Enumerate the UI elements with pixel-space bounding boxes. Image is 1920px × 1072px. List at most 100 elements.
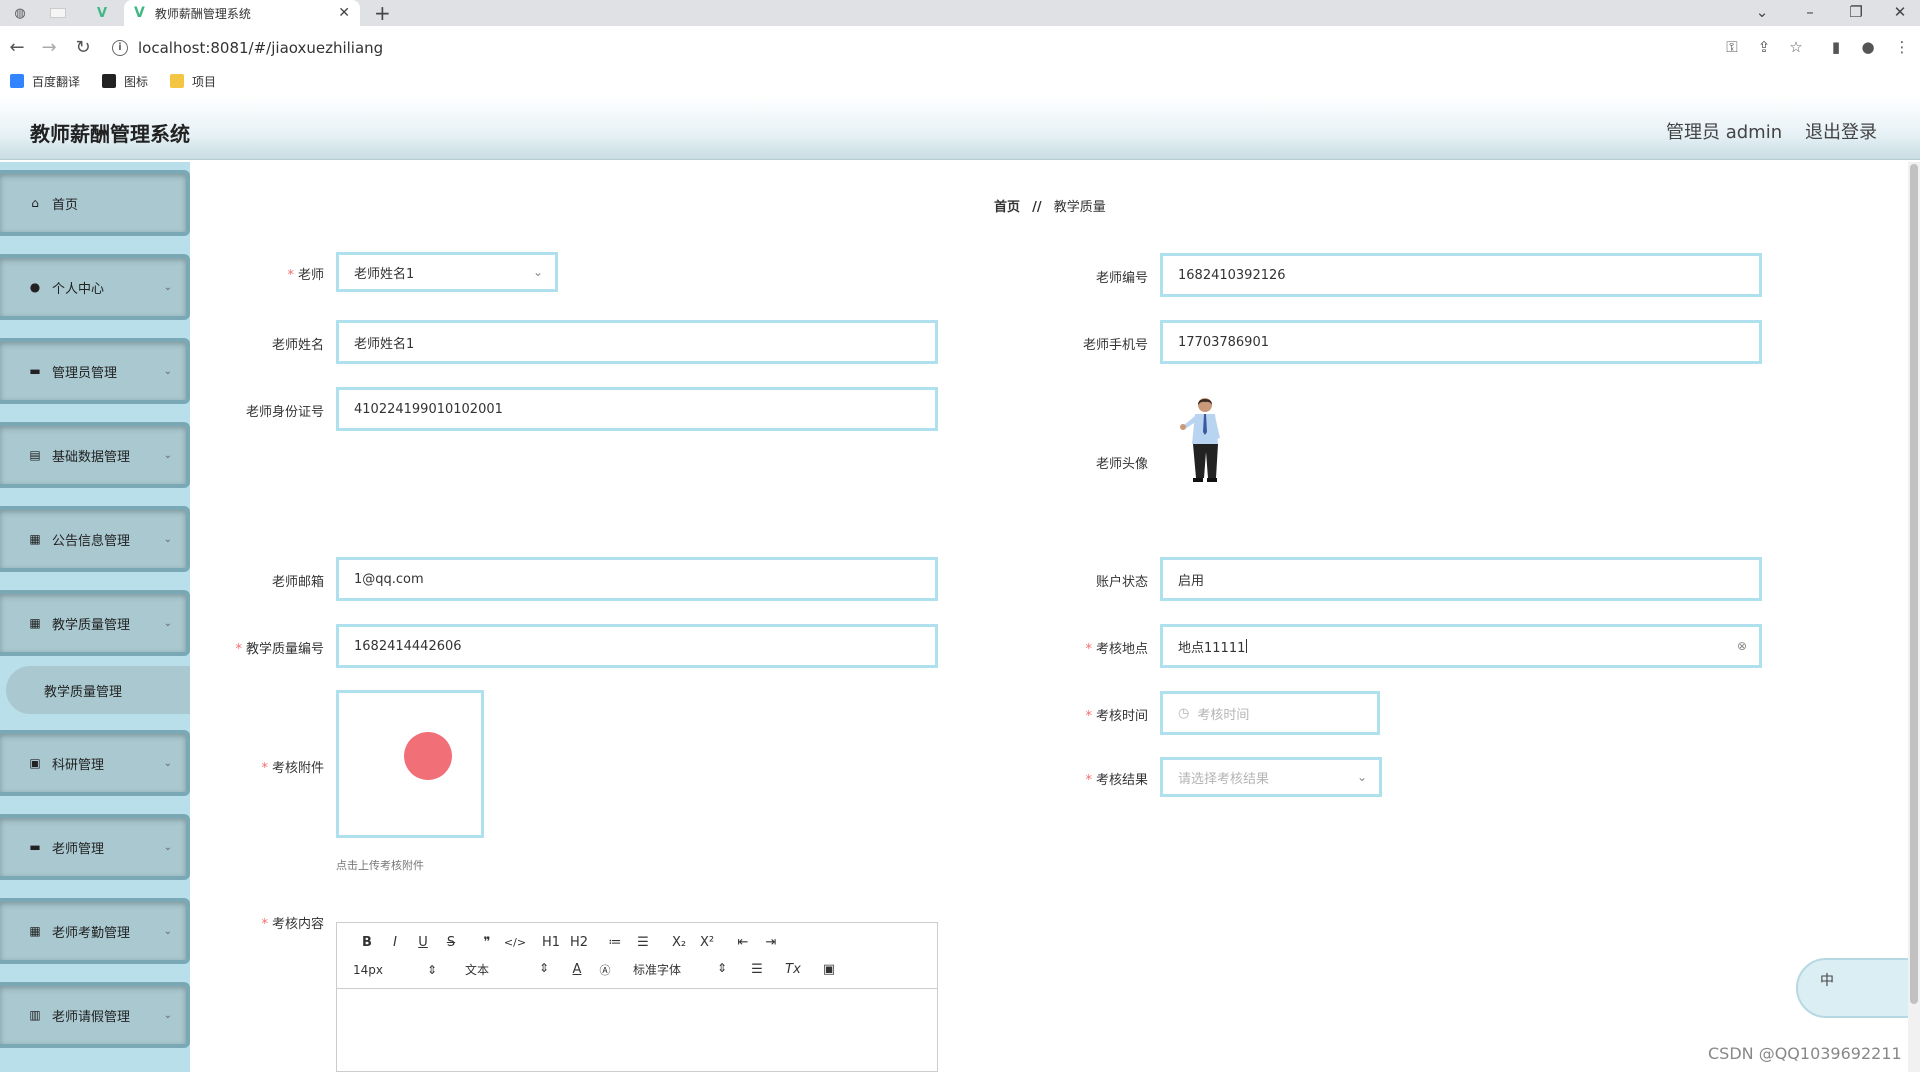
bookmark-icons[interactable]: 图标 xyxy=(102,73,148,90)
quality-no-field[interactable]: 1682414442606 xyxy=(336,624,938,668)
sidebar-item-label: 老师管理 xyxy=(52,841,105,857)
background-color-icon[interactable]: Ⓐ xyxy=(591,962,619,978)
restore-button[interactable]: ❐ xyxy=(1836,0,1876,26)
align-icon[interactable]: ☰ xyxy=(743,962,771,977)
sidebar-item-attendance[interactable]: ▦ 老师考勤管理 ⌄ xyxy=(0,898,190,964)
quality-no-label: * 教学质量编号 xyxy=(235,642,324,657)
sidebar-item-admin-management[interactable]: ▬ 管理员管理 ⌄ xyxy=(0,338,190,404)
ordered-list-button[interactable]: ≔ xyxy=(601,935,629,950)
sidebar-item-basic-data[interactable]: ▤ 基础数据管理 ⌄ xyxy=(0,422,190,488)
font-size-select[interactable]: 14px ⇕ xyxy=(353,963,437,977)
strike-button[interactable]: S xyxy=(437,935,465,950)
teacher-name-field[interactable]: 老师姓名1 xyxy=(336,320,938,364)
sidebar-item-leave[interactable]: ▥ 老师请假管理 ⌄ xyxy=(0,982,190,1048)
sidebar-item-home[interactable]: ⌂ 首页 xyxy=(0,170,190,236)
editor-toolbar-row: B I U S ❞ </> H1 H2 ≔ ☰ X₂ X² ⇤ ⇥ xyxy=(353,935,785,950)
exam-place-field[interactable]: 地点11111 ⊗ xyxy=(1160,624,1762,668)
account-status-field[interactable]: 启用 xyxy=(1160,557,1762,601)
teacher-name-label: 老师姓名 xyxy=(271,338,324,353)
h2-button[interactable]: H2 xyxy=(565,935,593,950)
globe-icon[interactable]: ◍ xyxy=(10,3,30,23)
image-icon xyxy=(102,74,117,88)
outdent-button[interactable]: ⇤ xyxy=(729,935,757,950)
sidepanel-icon[interactable]: ▮ xyxy=(1826,38,1846,56)
grid-icon: ▦ xyxy=(29,924,41,938)
breadcrumb-home[interactable]: 首页 xyxy=(994,200,1020,215)
teacher-email-field[interactable]: 1@qq.com xyxy=(336,557,938,601)
current-user: 管理员 admin xyxy=(1666,122,1783,143)
reload-icon[interactable]: ↻ xyxy=(72,37,94,58)
key-icon[interactable]: ⚿ xyxy=(1722,38,1742,56)
logout-link[interactable]: 退出登录 xyxy=(1805,118,1877,144)
watermark: CSDN @QQ1039692211 xyxy=(1708,1044,1902,1063)
exam-time-picker[interactable]: ◷ 考核时间 xyxy=(1160,691,1380,735)
bullet-list-button[interactable]: ☰ xyxy=(629,935,657,950)
indent-button[interactable]: ⇥ xyxy=(757,935,785,950)
font-color-icon[interactable]: A xyxy=(563,962,591,977)
font-family-select[interactable]: 标准字体 ⇕ xyxy=(633,961,727,978)
teacher-id-field[interactable]: 410224199010102001 xyxy=(336,387,938,431)
exam-result-select[interactable]: 请选择考核结果 ⌄ xyxy=(1160,757,1382,797)
profile-icon[interactable]: ● xyxy=(1858,38,1878,56)
bookmark-baidu-translate[interactable]: 百度翻译 xyxy=(10,73,80,90)
exam-time-label: * 考核时间 xyxy=(1085,709,1148,724)
sidebar-item-label: 老师请假管理 xyxy=(52,1009,131,1025)
sidebar: ⌂ 首页 ● 个人中心 ⌄ ▬ 管理员管理 ⌄ ▤ 基础数据管理 ⌄ ▦ 公告信… xyxy=(0,162,190,1072)
share-icon[interactable]: ⇪ xyxy=(1754,38,1774,56)
italic-button[interactable]: I xyxy=(381,935,409,950)
translate-icon xyxy=(10,74,24,88)
code-button[interactable]: </> xyxy=(501,936,529,949)
sidebar-item-teacher-management[interactable]: ▬ 老师管理 ⌄ xyxy=(0,814,190,880)
teacher-phone-field[interactable]: 17703786901 xyxy=(1160,320,1762,364)
clear-icon[interactable]: ⊗ xyxy=(1737,639,1747,653)
chevron-down-icon[interactable]: ⌄ xyxy=(1742,0,1782,26)
teacher-select-value: 老师姓名1 xyxy=(354,266,415,282)
clock-icon: ◷ xyxy=(1178,705,1190,721)
star-icon[interactable]: ☆ xyxy=(1786,38,1806,56)
h1-button[interactable]: H1 xyxy=(537,935,565,950)
quote-button[interactable]: ❞ xyxy=(473,935,501,950)
user-icon: ● xyxy=(29,280,41,294)
content-editor[interactable]: B I U S ❞ </> H1 H2 ≔ ☰ X₂ X² ⇤ ⇥ 14px ⇕ … xyxy=(336,922,938,1072)
sidebar-item-announcement[interactable]: ▦ 公告信息管理 ⌄ xyxy=(0,506,190,572)
vue-tab-icon[interactable]: V xyxy=(92,3,112,23)
attachment-label: * 考核附件 xyxy=(261,761,324,776)
sidebar-item-research[interactable]: ▣ 科研管理 ⌄ xyxy=(0,730,190,796)
sidebar-item-teaching-quality[interactable]: ▦ 教学质量管理 ⌄ xyxy=(0,590,190,656)
active-tab[interactable]: V 教师薪酬管理系统 ✕ xyxy=(124,0,360,26)
minimize-button[interactable]: – xyxy=(1790,0,1830,26)
bookmark-project[interactable]: 项目 xyxy=(170,73,216,90)
scrollbar-thumb[interactable] xyxy=(1910,164,1918,1004)
teacher-select[interactable]: 老师姓名1 ⌄ xyxy=(336,252,558,292)
forward-icon[interactable]: → xyxy=(38,37,60,58)
back-icon[interactable]: ← xyxy=(6,37,28,58)
info-icon[interactable]: i xyxy=(112,40,128,56)
vue-logo-icon: V xyxy=(134,5,145,21)
pinned-tab[interactable] xyxy=(46,3,70,23)
click-indicator xyxy=(404,732,452,780)
superscript-button[interactable]: X² xyxy=(693,935,721,950)
bold-button[interactable]: B xyxy=(353,935,381,950)
close-window-button[interactable]: ✕ xyxy=(1880,0,1920,26)
close-tab-icon[interactable]: ✕ xyxy=(338,5,350,21)
sidebar-item-label: 首页 xyxy=(52,197,79,213)
new-tab-button[interactable]: + xyxy=(374,0,391,26)
sidebar-item-personal-center[interactable]: ● 个人中心 ⌄ xyxy=(0,254,190,320)
exam-time-placeholder: 考核时间 xyxy=(1197,707,1250,723)
sidebar-subitem-teaching-quality[interactable]: 教学质量管理 xyxy=(6,666,190,714)
menu-icon[interactable]: ⋮ xyxy=(1892,38,1912,56)
updown-icon: ⇕ xyxy=(426,962,437,977)
sidebar-item-label: 教学质量管理 xyxy=(52,617,131,633)
bookmark-label: 百度翻译 xyxy=(32,74,81,89)
ime-widget[interactable]: 中 xyxy=(1796,958,1920,1018)
subscript-button[interactable]: X₂ xyxy=(665,935,693,950)
attachment-hint: 点击上传考核附件 xyxy=(336,859,424,872)
image-insert-icon[interactable]: ▣ xyxy=(815,962,843,977)
text-style-select[interactable]: 文本 ⇕ xyxy=(465,961,549,978)
underline-button[interactable]: U xyxy=(409,935,437,950)
teacher-no-field[interactable]: 1682410392126 xyxy=(1160,253,1762,297)
url-field[interactable]: i localhost:8081/#/jiaoxuezhiliang xyxy=(112,34,1752,62)
bookmarks-bar: 百度翻译 图标 项目 xyxy=(0,70,1920,92)
clear-format-icon[interactable]: Tx xyxy=(779,962,807,977)
browser-tab-bar: ◍ V V 教师薪酬管理系统 ✕ + ⌄ – ❐ ✕ xyxy=(0,0,1920,26)
